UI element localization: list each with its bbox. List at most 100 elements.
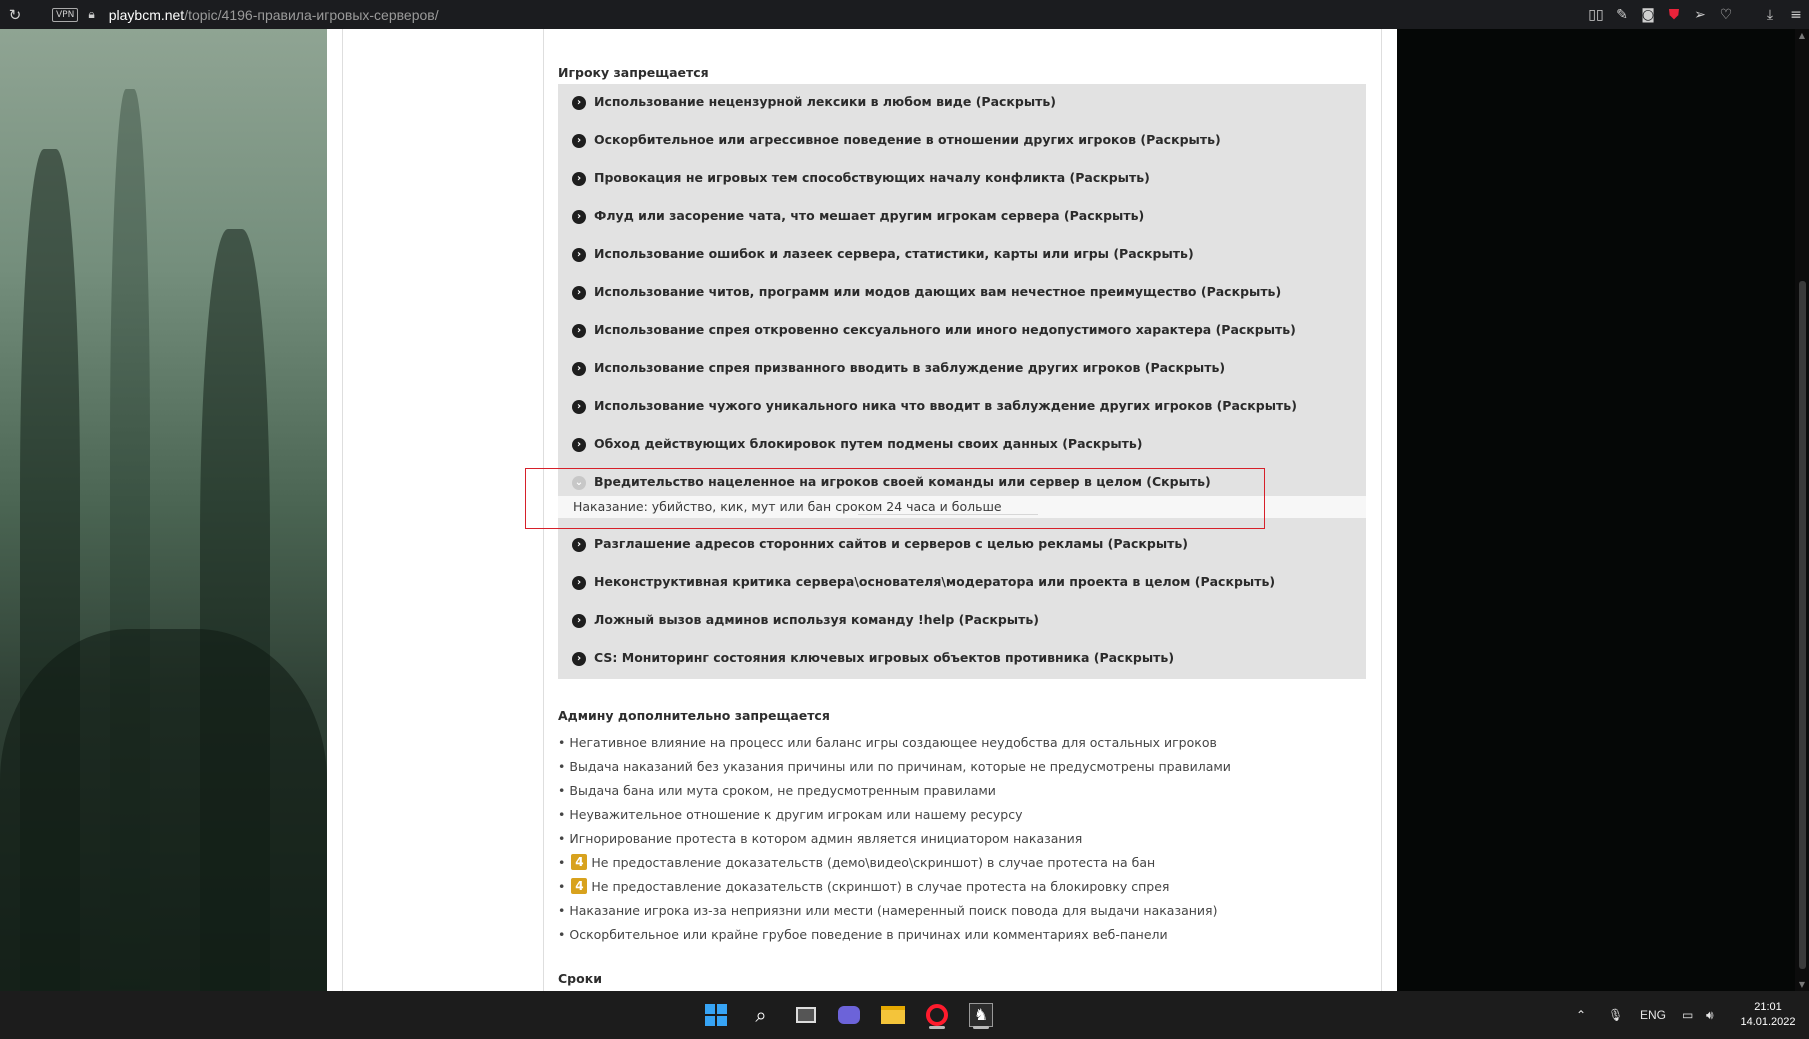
rule-item[interactable]: › Использование спрея призванного вводить… bbox=[558, 350, 1366, 388]
list-bullet: • bbox=[558, 806, 566, 822]
lock-icon[interactable]: 🔒︎ bbox=[88, 7, 94, 22]
expand-chevron-icon[interactable]: › bbox=[572, 538, 586, 552]
start-icon[interactable] bbox=[700, 999, 732, 1031]
file-explorer-icon[interactable] bbox=[877, 999, 909, 1031]
admin-section-title: Админу дополнительно запрещается bbox=[558, 708, 830, 723]
download-icon[interactable]: ⤓ bbox=[1757, 7, 1783, 23]
admin-rule-item: • Оскорбительное или крайне грубое поведе… bbox=[558, 922, 1366, 946]
highlight-box bbox=[525, 468, 1265, 529]
rule-label[interactable]: Использование спрея призванного вводить … bbox=[594, 360, 1225, 375]
heart-icon[interactable]: ♡ bbox=[1713, 7, 1739, 23]
admin-rule-text: Оскорбительное или крайне грубое поведен… bbox=[569, 926, 1168, 942]
rule-label[interactable]: Обход действующих блокировок путем подме… bbox=[594, 436, 1143, 451]
rule-label[interactable]: Неконструктивная критика сервера\основат… bbox=[594, 574, 1275, 589]
expand-chevron-icon[interactable]: › bbox=[572, 134, 586, 148]
chat-icon[interactable] bbox=[833, 999, 865, 1031]
clock-time: 21:01 bbox=[1754, 1001, 1782, 1013]
admin-rule-text: Неуважительное отношение к другим игрока… bbox=[569, 806, 1023, 822]
admin-rule-text: Игнорирование протеста в котором админ я… bbox=[569, 830, 1083, 846]
rule-item[interactable]: › Использование нецензурной лексики в люб… bbox=[558, 84, 1366, 122]
url-field[interactable]: playbcm.net/topic/4196-правила-игровых-с… bbox=[109, 7, 439, 23]
system-clock[interactable]: 21:01 14.01.2022 bbox=[1733, 1000, 1803, 1030]
rule-item[interactable]: › Использование читов, программ или модов… bbox=[558, 274, 1366, 312]
adblock-shield-icon[interactable]: ⛊ bbox=[1661, 7, 1687, 23]
volume-icon[interactable]: 🔊︎ bbox=[1706, 991, 1714, 1039]
rule-label[interactable]: Использование ошибок и лазеек сервера, с… bbox=[594, 246, 1194, 261]
rule-item[interactable]: › Оскорбительное или агрессивное поведени… bbox=[558, 122, 1366, 160]
scroll-down-icon[interactable]: ▼ bbox=[1795, 980, 1809, 989]
rule-label[interactable]: Ложный вызов админов используя команду !… bbox=[594, 612, 1039, 627]
rule-label[interactable]: Провокация не игровых тем способствующих… bbox=[594, 170, 1150, 185]
vpn-badge[interactable]: VPN bbox=[52, 7, 79, 22]
camera-icon[interactable]: ◙ bbox=[1635, 7, 1661, 23]
expand-chevron-icon[interactable]: › bbox=[572, 576, 586, 590]
admin-rule-item: • Неуважительное отношение к другим игрок… bbox=[558, 802, 1366, 826]
rule-item[interactable]: › Флуд или засорение чата, что мешает дру… bbox=[558, 198, 1366, 236]
scrollbar-thumb[interactable] bbox=[1799, 281, 1806, 969]
forest-background bbox=[0, 29, 327, 991]
rule-item[interactable]: › Разглашение адресов сторонних сайтов и … bbox=[558, 526, 1366, 564]
tray-chevron-icon[interactable]: ⌃ bbox=[1576, 991, 1586, 1039]
list-bullet: • bbox=[558, 878, 566, 894]
expand-chevron-icon[interactable]: › bbox=[572, 172, 586, 186]
expand-chevron-icon[interactable]: › bbox=[572, 286, 586, 300]
task-view-icon[interactable] bbox=[790, 999, 822, 1031]
player-section-title: Игроку запрещается bbox=[558, 65, 709, 80]
expand-chevron-icon[interactable]: › bbox=[572, 362, 586, 376]
page-scrollbar[interactable]: ▲ ▼ bbox=[1795, 29, 1809, 991]
browser-address-bar: ↻ VPN 🔒︎ playbcm.net/topic/4196-правила-… bbox=[0, 0, 1809, 29]
rule-label[interactable]: Использование нецензурной лексики в любо… bbox=[594, 94, 1056, 109]
dark-background bbox=[1397, 29, 1809, 991]
rule-item[interactable]: › Использование ошибок и лазеек сервера, … bbox=[558, 236, 1366, 274]
rule-label[interactable]: Использование чужого уникального ника чт… bbox=[594, 398, 1297, 413]
network-icon[interactable]: ▭ bbox=[1682, 991, 1693, 1039]
counter-strike-icon[interactable]: ♞ bbox=[965, 999, 997, 1031]
admin-rule-item: • Игнорирование протеста в котором админ … bbox=[558, 826, 1366, 850]
taskbar: ⌕ ♞ ⌃ 🎙︎ ENG ▭ 🔊︎ 21:01 14.01.2022 bbox=[0, 991, 1809, 1039]
admin-rule-text: Выдача бана или мута сроком, не предусмо… bbox=[569, 782, 996, 798]
admin-rule-text: Негативное влияние на процесс или баланс… bbox=[569, 734, 1217, 750]
rule-item[interactable]: › Использование спрея откровенно сексуаль… bbox=[558, 312, 1366, 350]
expand-chevron-icon[interactable]: › bbox=[572, 248, 586, 262]
send-icon[interactable]: ➢ bbox=[1687, 7, 1713, 23]
admin-rule-text: Не предоставление доказательств (демо\ви… bbox=[591, 854, 1156, 870]
language-indicator[interactable]: ENG bbox=[1640, 991, 1666, 1039]
keycap-4-icon: 4 bbox=[571, 854, 588, 870]
admin-rule-text: Наказание игрока из-за неприязни или мес… bbox=[569, 902, 1218, 918]
rule-label[interactable]: Использование спрея откровенно сексуальн… bbox=[594, 322, 1296, 337]
rule-item[interactable]: › Провокация не игровых тем способствующи… bbox=[558, 160, 1366, 198]
admin-rule-item: • Выдача наказаний без указания причины и… bbox=[558, 754, 1366, 778]
expand-chevron-icon[interactable]: › bbox=[572, 324, 586, 338]
admin-rule-text: Не предоставление доказательств (скриншо… bbox=[591, 878, 1170, 894]
menu-icon[interactable]: ≡ bbox=[1783, 7, 1809, 23]
rule-label[interactable]: Флуд или засорение чата, что мешает друг… bbox=[594, 208, 1144, 223]
expand-chevron-icon[interactable]: › bbox=[572, 210, 586, 224]
edit-icon[interactable]: ✎ bbox=[1609, 7, 1635, 23]
url-domain: playbcm.net bbox=[108, 6, 185, 23]
rule-label[interactable]: Разглашение адресов сторонних сайтов и с… bbox=[594, 536, 1188, 551]
rule-label[interactable]: CS: Мониторинг состояния ключевых игровы… bbox=[594, 650, 1174, 665]
reload-icon[interactable]: ↻ bbox=[4, 6, 26, 24]
rule-label[interactable]: Оскорбительное или агрессивное поведение… bbox=[594, 132, 1221, 147]
expand-chevron-icon[interactable]: › bbox=[572, 96, 586, 110]
opera-icon[interactable] bbox=[921, 999, 953, 1031]
scroll-up-icon[interactable]: ▲ bbox=[1795, 31, 1809, 40]
rule-item[interactable]: › CS: Мониторинг состояния ключевых игров… bbox=[558, 640, 1366, 678]
expand-chevron-icon[interactable]: › bbox=[572, 614, 586, 628]
admin-rule-item: • Выдача бана или мута сроком, не предусм… bbox=[558, 778, 1366, 802]
rule-label[interactable]: Использование читов, программ или модов … bbox=[594, 284, 1281, 299]
reader-icon[interactable]: ▯▯ bbox=[1583, 7, 1609, 23]
rule-item[interactable]: › Ложный вызов админов используя команду … bbox=[558, 602, 1366, 640]
search-icon[interactable]: ⌕ bbox=[745, 999, 777, 1031]
rule-item[interactable]: › Неконструктивная критика сервера\основа… bbox=[558, 564, 1366, 602]
microphone-icon[interactable]: 🎙︎ bbox=[1608, 991, 1623, 1039]
rule-item[interactable]: › Использование чужого уникального ника ч… bbox=[558, 388, 1366, 426]
list-bullet: • bbox=[558, 902, 566, 918]
list-bullet: • bbox=[558, 734, 566, 750]
expand-chevron-icon[interactable]: › bbox=[572, 400, 586, 414]
admin-rules-list: • Негативное влияние на процесс или балан… bbox=[558, 730, 1366, 946]
rule-item[interactable]: › Обход действующих блокировок путем подм… bbox=[558, 426, 1366, 464]
expand-chevron-icon[interactable]: › bbox=[572, 438, 586, 452]
clock-date: 14.01.2022 bbox=[1740, 1016, 1796, 1028]
expand-chevron-icon[interactable]: › bbox=[572, 652, 586, 666]
